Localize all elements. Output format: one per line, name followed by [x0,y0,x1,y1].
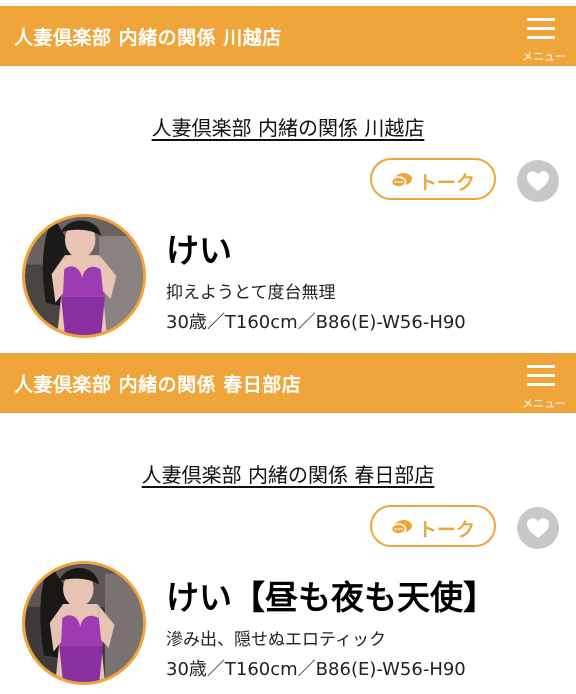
profile-card-kawagoe: 人妻倶楽部 内緒の関係 川越店 メニュー 人妻倶楽部 内緒の関係 川越店 トーク [0,0,576,347]
avatar[interactable] [22,561,146,685]
avatar[interactable] [22,214,146,338]
favorite-button[interactable] [517,507,559,549]
menu-button[interactable]: メニュー [514,12,566,64]
cast-name: けい【昼も夜も天使】 [166,578,496,617]
talk-button[interactable]: トーク [370,158,496,200]
chat-bubbles-icon [391,520,412,535]
talk-label: トーク [418,172,476,194]
profile-stats: 30歳／T160cm／B86(E)-W56-H90 [166,312,466,333]
talk-button[interactable]: トーク [370,505,496,547]
profile-photo [25,564,143,682]
chat-bubbles-icon [391,173,412,188]
heart-icon [527,518,549,538]
profile-card-kasukabe: 人妻倶楽部 内緒の関係 春日部店 メニュー 人妻倶楽部 内緒の関係 春日部店 ト… [0,347,576,694]
menu-label: メニュー [522,397,566,410]
catch-copy: 抑えようとて度台無理 [166,283,336,303]
menu-button[interactable]: メニュー [514,359,566,411]
header-shop-title: 人妻倶楽部 内緒の関係 春日部店 [14,374,302,396]
hamburger-menu-icon [527,365,555,368]
catch-copy: 滲み出、隠せぬエロティック [166,630,386,650]
shop-name-link[interactable]: 人妻倶楽部 内緒の関係 春日部店 [0,459,576,488]
header-shop-title: 人妻倶楽部 内緒の関係 川越店 [14,27,282,49]
favorite-button[interactable] [517,160,559,202]
shop-name-link[interactable]: 人妻倶楽部 内緒の関係 川越店 [0,112,576,141]
header-bar: 人妻倶楽部 内緒の関係 春日部店 メニュー [0,353,576,413]
heart-icon [527,171,549,191]
header-bar: 人妻倶楽部 内緒の関係 川越店 メニュー [0,6,576,66]
profile-stats: 30歳／T160cm／B86(E)-W56-H90 [166,659,466,680]
talk-label: トーク [418,519,476,541]
hamburger-menu-icon [527,18,555,21]
profile-photo [25,217,143,335]
cast-name: けい [166,231,232,270]
menu-label: メニュー [522,50,566,63]
